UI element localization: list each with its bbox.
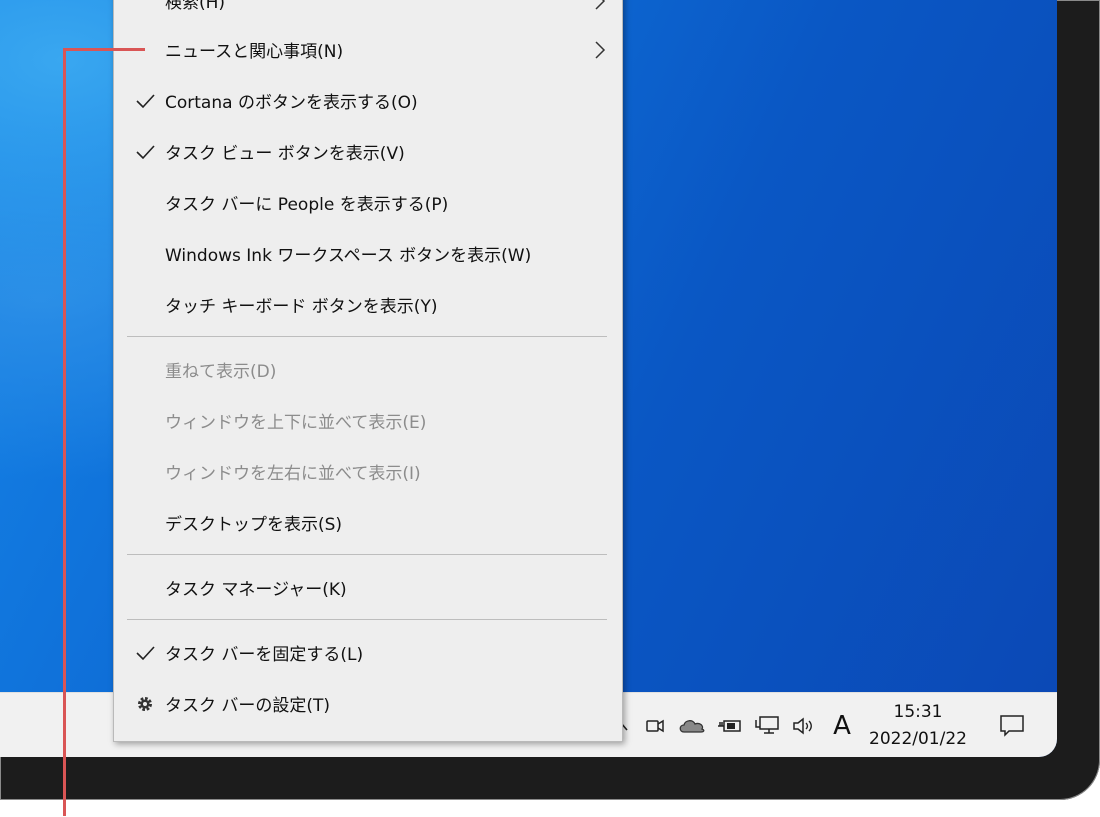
chevron-right-icon xyxy=(595,40,606,59)
desktop-screen: A 15:31 2022/01/22 検索(H) ニュースと関心事項(N) Co… xyxy=(0,0,1057,757)
menu-item-taskbar-settings[interactable]: タスク バーの設定(T) xyxy=(114,678,622,729)
menu-item-label: タスク バーを固定する(L) xyxy=(165,645,364,665)
menu-item-show-windows-ink[interactable]: Windows Ink ワークスペース ボタンを表示(W) xyxy=(114,228,622,279)
menu-item-show-desktop[interactable]: デスクトップを表示(S) xyxy=(114,497,622,548)
menu-item-label: タッチ キーボード ボタンを表示(Y) xyxy=(165,297,438,317)
menu-item-label: 検索(H) xyxy=(165,0,226,13)
menu-item-label: タスク マネージャー(K) xyxy=(165,580,347,600)
clock-time: 15:31 xyxy=(893,702,943,722)
menu-item-search[interactable]: 検索(H) xyxy=(114,0,622,26)
menu-separator xyxy=(127,554,607,555)
menu-separator xyxy=(127,619,607,620)
taskbar-context-menu: 検索(H) ニュースと関心事項(N) Cortana のボタンを表示する(O) … xyxy=(113,0,623,742)
chevron-right-icon xyxy=(595,0,606,10)
volume-icon[interactable] xyxy=(787,693,821,757)
menu-item-label: Cortana のボタンを表示する(O) xyxy=(165,93,418,113)
meet-now-icon[interactable] xyxy=(640,693,670,757)
checkmark-icon xyxy=(136,645,155,660)
onedrive-cloud-icon[interactable] xyxy=(675,693,709,757)
action-center-icon[interactable] xyxy=(990,693,1034,757)
menu-item-label: 重ねて表示(D) xyxy=(165,362,277,382)
ime-indicator[interactable]: A xyxy=(826,693,858,757)
clock[interactable]: 15:31 2022/01/22 xyxy=(858,699,978,753)
menu-item-stack-windows: ウィンドウを上下に並べて表示(E) xyxy=(114,395,622,446)
menu-item-show-touch-keyboard[interactable]: タッチ キーボード ボタンを表示(Y) xyxy=(114,279,622,330)
menu-item-label: ニュースと関心事項(N) xyxy=(165,42,344,62)
menu-item-label: タスク ビュー ボタンを表示(V) xyxy=(165,144,405,164)
menu-item-show-cortana-button[interactable]: Cortana のボタンを表示する(O) xyxy=(114,75,622,126)
menu-item-label: ウィンドウを上下に並べて表示(E) xyxy=(165,413,427,433)
gear-icon xyxy=(138,696,152,711)
menu-item-task-manager[interactable]: タスク マネージャー(K) xyxy=(114,562,622,613)
menu-item-show-people[interactable]: タスク バーに People を表示する(P) xyxy=(114,177,622,228)
menu-item-label: タスク バーに People を表示する(P) xyxy=(165,195,449,215)
menu-item-label: デスクトップを表示(S) xyxy=(165,515,343,535)
power-plug-icon[interactable] xyxy=(712,693,746,757)
menu-separator xyxy=(127,336,607,337)
checkmark-icon xyxy=(136,144,155,159)
menu-item-show-task-view-button[interactable]: タスク ビュー ボタンを表示(V) xyxy=(114,126,622,177)
menu-item-side-by-side-windows: ウィンドウを左右に並べて表示(I) xyxy=(114,446,622,497)
device-frame: A 15:31 2022/01/22 検索(H) ニュースと関心事項(N) Co… xyxy=(0,0,1100,800)
callout-pointer xyxy=(63,48,145,51)
menu-item-label: Windows Ink ワークスペース ボタンを表示(W) xyxy=(165,246,532,266)
menu-item-cascade-windows: 重ねて表示(D) xyxy=(114,344,622,395)
menu-item-label: ウィンドウを左右に並べて表示(I) xyxy=(165,464,421,484)
callout-line xyxy=(63,48,66,816)
menu-item-lock-taskbar[interactable]: タスク バーを固定する(L) xyxy=(114,627,622,678)
menu-item-news-and-interests[interactable]: ニュースと関心事項(N) xyxy=(114,24,622,75)
network-icon[interactable] xyxy=(750,693,784,757)
clock-date: 2022/01/22 xyxy=(869,729,967,749)
checkmark-icon xyxy=(136,93,155,108)
menu-item-label: タスク バーの設定(T) xyxy=(165,696,331,716)
